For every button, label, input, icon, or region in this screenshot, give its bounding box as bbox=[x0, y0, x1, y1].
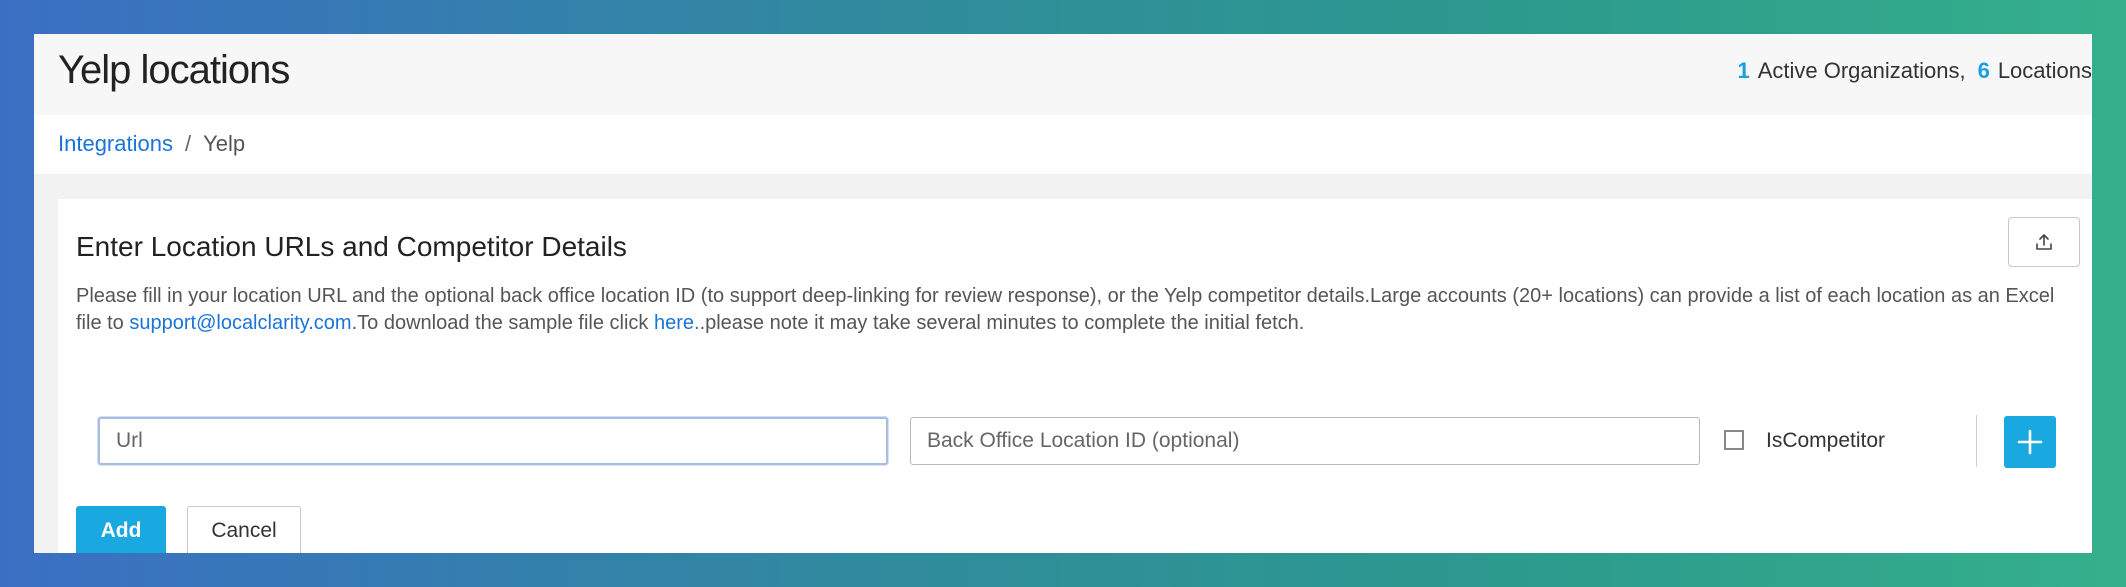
active-orgs-count: 1 bbox=[1737, 58, 1750, 83]
form-description: Please fill in your location URL and the… bbox=[76, 283, 2066, 337]
breadcrumb-current: Yelp bbox=[203, 131, 246, 156]
is-competitor-label: IsCompetitor bbox=[1766, 429, 1886, 452]
upload-icon bbox=[2036, 234, 2052, 250]
description-text-2: .To download the sample file click bbox=[351, 312, 654, 334]
breadcrumb-bar: Integrations / Yelp bbox=[34, 115, 2092, 174]
sample-file-link[interactable]: here. bbox=[654, 312, 700, 334]
app-window: Yelp locations 1 Active Organizations, 6 Lo… bbox=[34, 34, 2092, 553]
add-button[interactable]: Add bbox=[76, 506, 166, 553]
form-title: Enter Location URLs and Competitor Detai… bbox=[76, 231, 627, 262]
description-text-3: .please note it may take several minutes… bbox=[699, 312, 1305, 334]
divider bbox=[1976, 415, 1977, 467]
breadcrumb: Integrations / Yelp bbox=[58, 131, 245, 157]
cancel-button[interactable]: Cancel bbox=[187, 506, 301, 553]
locations-count: 6 bbox=[1977, 58, 1990, 83]
is-competitor-checkbox[interactable] bbox=[1724, 430, 1744, 450]
plus-icon bbox=[2017, 429, 2043, 455]
location-form-card: Enter Location URLs and Competitor Detai… bbox=[58, 199, 2092, 553]
support-email-link[interactable]: support@localclarity.com bbox=[129, 312, 351, 334]
page-title: Yelp locations bbox=[58, 48, 290, 92]
add-row-button[interactable] bbox=[2004, 416, 2056, 468]
page-header: Yelp locations 1 Active Organizations, 6 Lo… bbox=[34, 34, 2092, 115]
org-stats: 1 Active Organizations, 6 Locations bbox=[1737, 58, 2092, 84]
locations-label: Locations bbox=[1997, 58, 2092, 83]
url-input[interactable] bbox=[98, 417, 888, 465]
upload-button[interactable] bbox=[2008, 217, 2080, 267]
active-orgs-label: Active Organizations, bbox=[1757, 58, 1966, 83]
breadcrumb-integrations-link[interactable]: Integrations bbox=[58, 131, 173, 156]
breadcrumb-separator: / bbox=[184, 131, 192, 156]
back-office-id-input[interactable] bbox=[910, 417, 1700, 465]
